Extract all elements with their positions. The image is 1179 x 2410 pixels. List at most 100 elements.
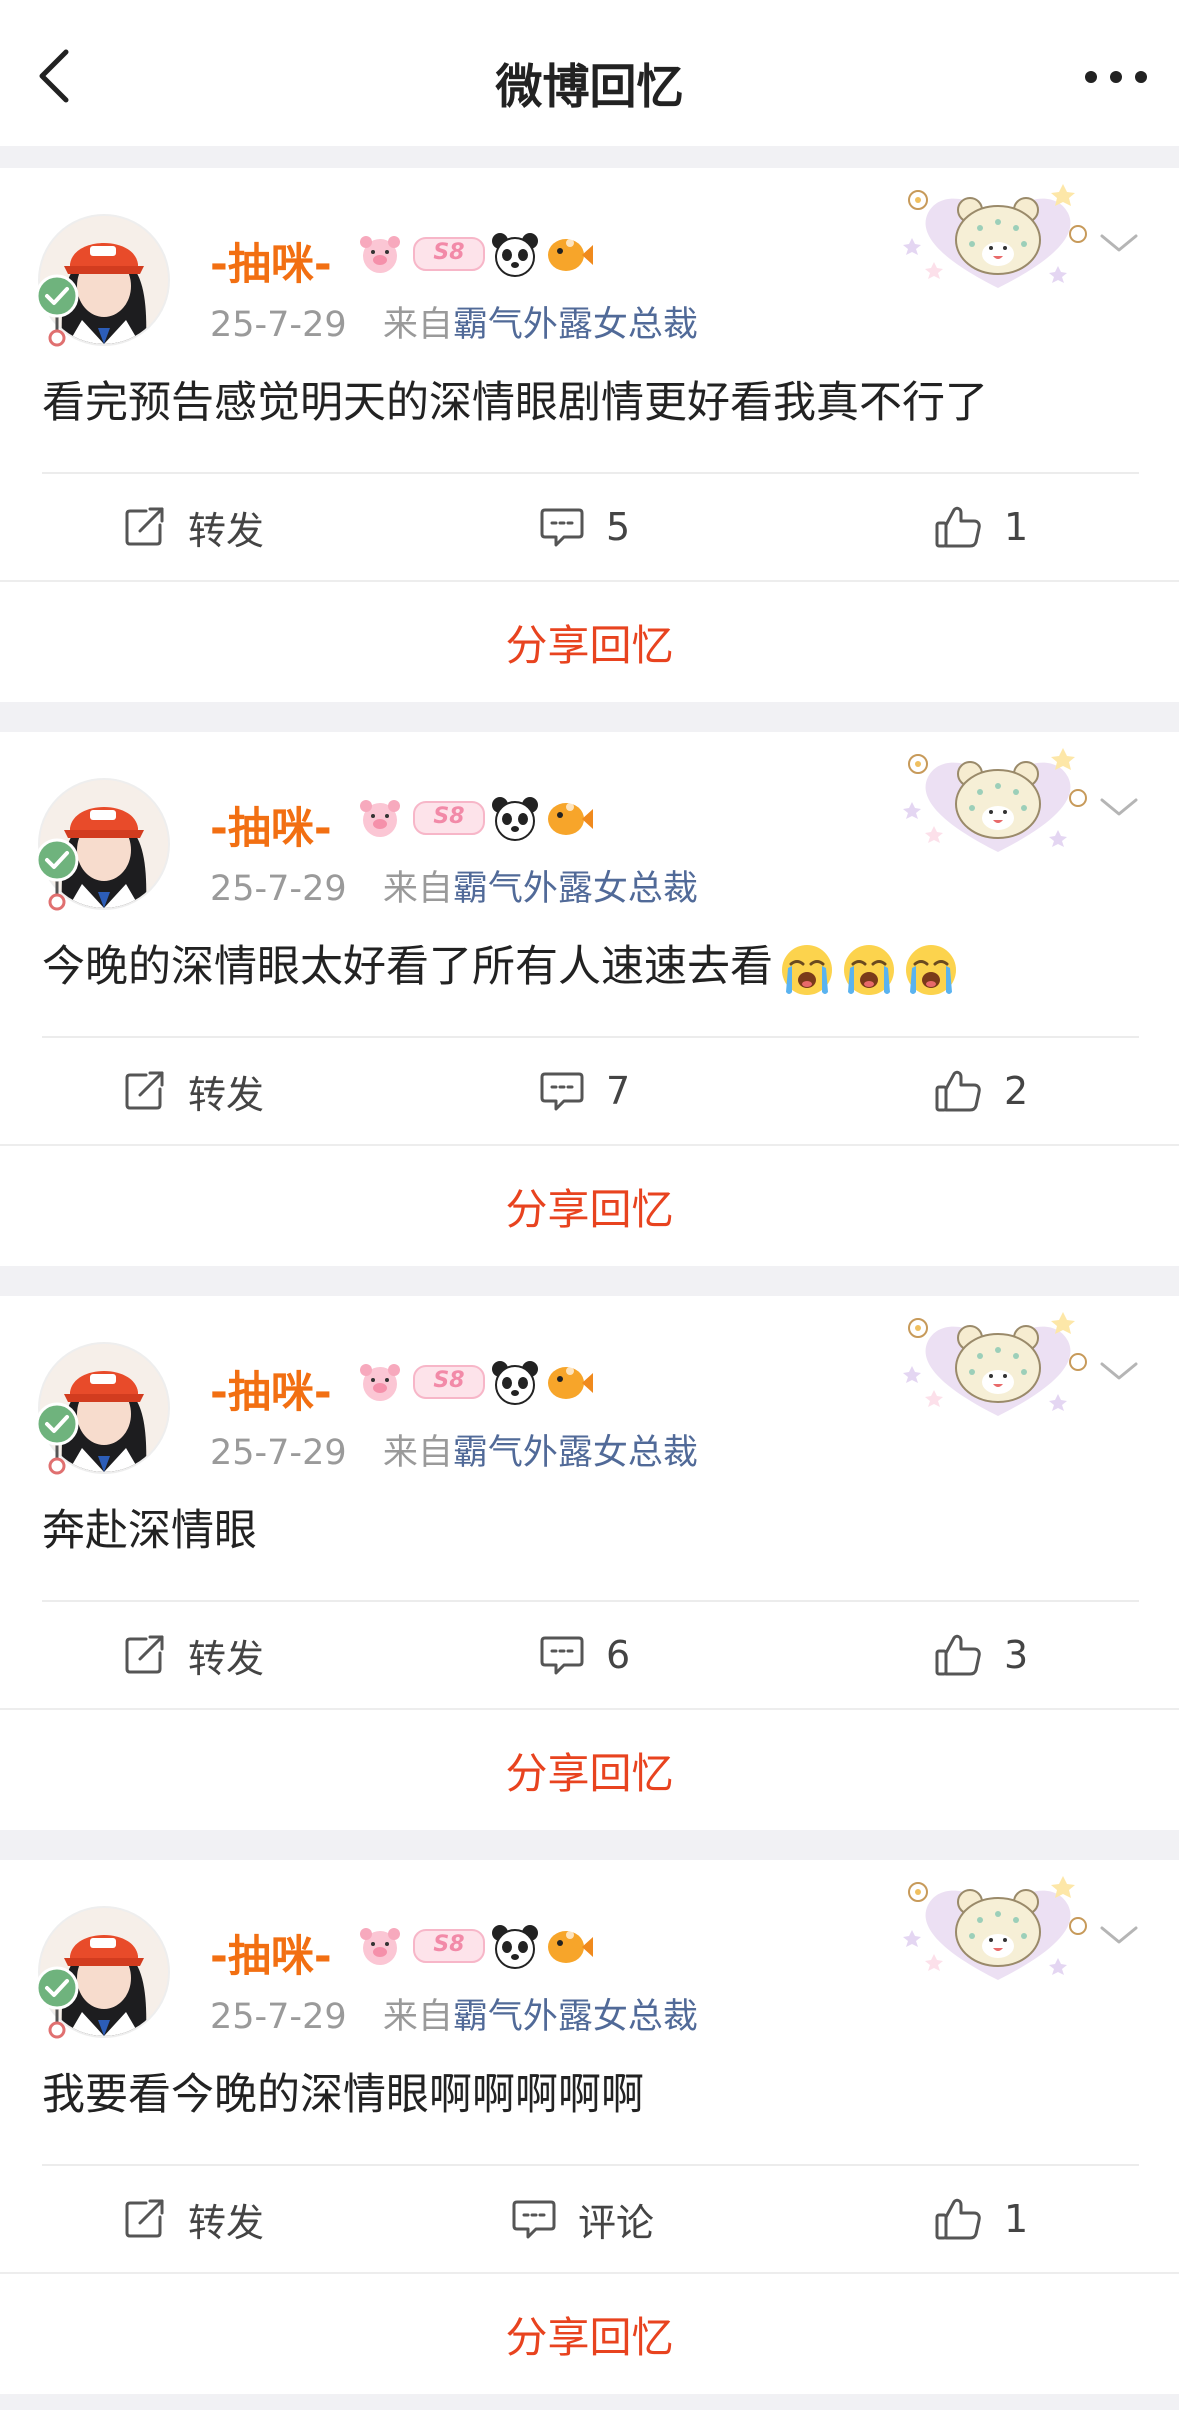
share-memory-button[interactable]: 分享回忆 — [0, 1146, 1179, 1266]
repost-button[interactable]: 转发 — [124, 1038, 264, 1144]
like-count: 2 — [1004, 1069, 1029, 1113]
username[interactable]: -抽咪- — [210, 1358, 332, 1420]
thumbs-up-icon — [935, 1070, 981, 1112]
repost-label: 转发 — [188, 508, 265, 553]
post-text: 我要看今晚的深情眼啊啊啊啊啊 — [42, 2060, 1142, 2122]
from-label: 来自 — [382, 1997, 453, 2037]
repost-button[interactable]: 转发 — [124, 474, 264, 580]
bear-card-decoration-icon — [903, 748, 1087, 852]
comment-button[interactable]: 6 — [540, 1602, 630, 1708]
chevron-down-icon[interactable] — [1098, 1920, 1140, 1950]
post-source[interactable]: 霸气外露女总裁 — [453, 1433, 698, 1473]
like-button[interactable]: 1 — [934, 474, 1028, 580]
comment-button[interactable]: 7 — [540, 1038, 630, 1144]
pink-pig-badge-icon — [360, 800, 400, 837]
post-card: -抽咪- S8 — [0, 732, 1179, 1266]
fish-icon — [548, 1931, 593, 1963]
post-source[interactable]: 霸气外露女总裁 — [453, 1997, 698, 2037]
more-button[interactable] — [1081, 62, 1151, 92]
post-text: 奔赴深情眼 — [42, 1496, 1142, 1558]
action-bar: 转发 5 1 — [0, 474, 1179, 580]
comment-icon — [540, 1636, 584, 1675]
bear-card-decoration-icon — [903, 184, 1087, 288]
chevron-down-icon[interactable] — [1098, 228, 1140, 258]
username[interactable]: -抽咪- — [210, 230, 332, 292]
thumbs-up-icon — [935, 506, 981, 548]
post-text: 今晚的深情眼太好看了所有人速速去看 — [42, 932, 1142, 998]
avatar[interactable] — [35, 778, 170, 911]
post-date: 25-7-29 — [210, 869, 347, 909]
chevron-down-icon[interactable] — [1098, 1356, 1140, 1386]
post-text: 看完预告感觉明天的深情眼剧情更好看我真不行了 — [42, 368, 1142, 430]
avatar[interactable] — [35, 1342, 170, 1475]
repost-label: 转发 — [188, 1636, 265, 1681]
post-meta: 25-7-29 来自霸气外露女总裁 — [210, 296, 698, 347]
post-text-content: 看完预告感觉明天的深情眼剧情更好看我真不行了 — [42, 378, 988, 428]
level-badge: S8 — [412, 1926, 486, 1966]
fish-icon — [548, 239, 593, 271]
like-button[interactable]: 2 — [934, 1038, 1028, 1144]
comment-button[interactable]: 评论 — [512, 2166, 654, 2272]
from-label: 来自 — [382, 305, 453, 345]
comment-button[interactable]: 5 — [540, 474, 630, 580]
comment-label: 评论 — [578, 2200, 655, 2245]
panda-icon — [492, 1361, 538, 1405]
verified-badge-icon — [35, 274, 79, 347]
panda-icon — [492, 1925, 538, 1969]
repost-button[interactable]: 转发 — [124, 1602, 264, 1708]
thumbs-up-icon — [935, 2198, 981, 2240]
repost-button[interactable]: 转发 — [124, 2166, 264, 2272]
chevron-down-icon[interactable] — [1098, 792, 1140, 822]
post-card: -抽咪- S8 — [0, 168, 1179, 702]
bear-card-decoration-icon — [903, 1312, 1087, 1416]
level-badge-text: S8 — [433, 240, 465, 265]
ellipsis-icon — [1085, 71, 1147, 83]
panda-icon — [492, 797, 538, 841]
action-bar: 转发 7 2 — [0, 1038, 1179, 1144]
user-badges: S8 — [352, 1352, 594, 1412]
repost-icon — [125, 1071, 164, 1110]
repost-label: 转发 — [188, 1072, 265, 1117]
share-memory-button[interactable]: 分享回忆 — [0, 2274, 1179, 2394]
share-memory-button[interactable]: 分享回忆 — [0, 582, 1179, 702]
post-meta: 25-7-29 来自霸气外露女总裁 — [210, 1988, 698, 2039]
post-source[interactable]: 霸气外露女总裁 — [453, 869, 698, 909]
like-button[interactable]: 3 — [934, 1602, 1028, 1708]
fish-icon — [548, 1367, 593, 1399]
share-memory-button[interactable]: 分享回忆 — [0, 1710, 1179, 1830]
comment-label: 7 — [606, 1069, 631, 1113]
action-bar: 转发 6 3 — [0, 1602, 1179, 1708]
post-header: -抽咪- S8 25-7-29 来自霸气外露女总裁 — [0, 1296, 1179, 1475]
username[interactable]: -抽咪- — [210, 794, 332, 856]
post-text-content: 今晚的深情眼太好看了所有人速速去看 — [42, 942, 773, 992]
crying-face-emoji-icon — [782, 944, 832, 995]
post-text-content: 奔赴深情眼 — [42, 1506, 257, 1556]
verified-badge-icon — [35, 838, 79, 911]
comment-label: 5 — [606, 505, 631, 549]
action-bar: 转发 评论 1 — [0, 2166, 1179, 2272]
user-badges: S8 — [352, 224, 594, 284]
post-source[interactable]: 霸气外露女总裁 — [453, 305, 698, 345]
user-badges: S8 — [352, 1916, 594, 1976]
like-count: 3 — [1004, 1633, 1029, 1677]
post-header: -抽咪- S8 25-7-29 来自霸气外露女总裁 — [0, 1860, 1179, 2039]
username[interactable]: -抽咪- — [210, 1922, 332, 1984]
level-badge-text: S8 — [433, 804, 465, 829]
like-button[interactable]: 1 — [934, 2166, 1028, 2272]
panda-icon — [492, 233, 538, 277]
pink-pig-badge-icon — [360, 236, 400, 273]
comment-label: 6 — [606, 1633, 631, 1677]
avatar[interactable] — [35, 214, 170, 347]
comment-icon — [540, 508, 584, 547]
crying-face-emoji-icon — [906, 944, 956, 995]
post-header: -抽咪- S8 25-7-29 来自霸气外露女总裁 — [0, 732, 1179, 911]
post-date: 25-7-29 — [210, 1997, 347, 2037]
user-badges: S8 — [352, 788, 594, 848]
page-title: 微博回忆 — [495, 60, 684, 115]
from-label: 来自 — [382, 1433, 453, 1473]
repost-icon — [125, 1635, 164, 1674]
avatar[interactable] — [35, 1906, 170, 2039]
emoji-group — [773, 942, 959, 995]
pink-pig-badge-icon — [360, 1928, 400, 1965]
post-header: -抽咪- S8 25-7-29 来自霸气外露女总裁 — [0, 168, 1179, 347]
